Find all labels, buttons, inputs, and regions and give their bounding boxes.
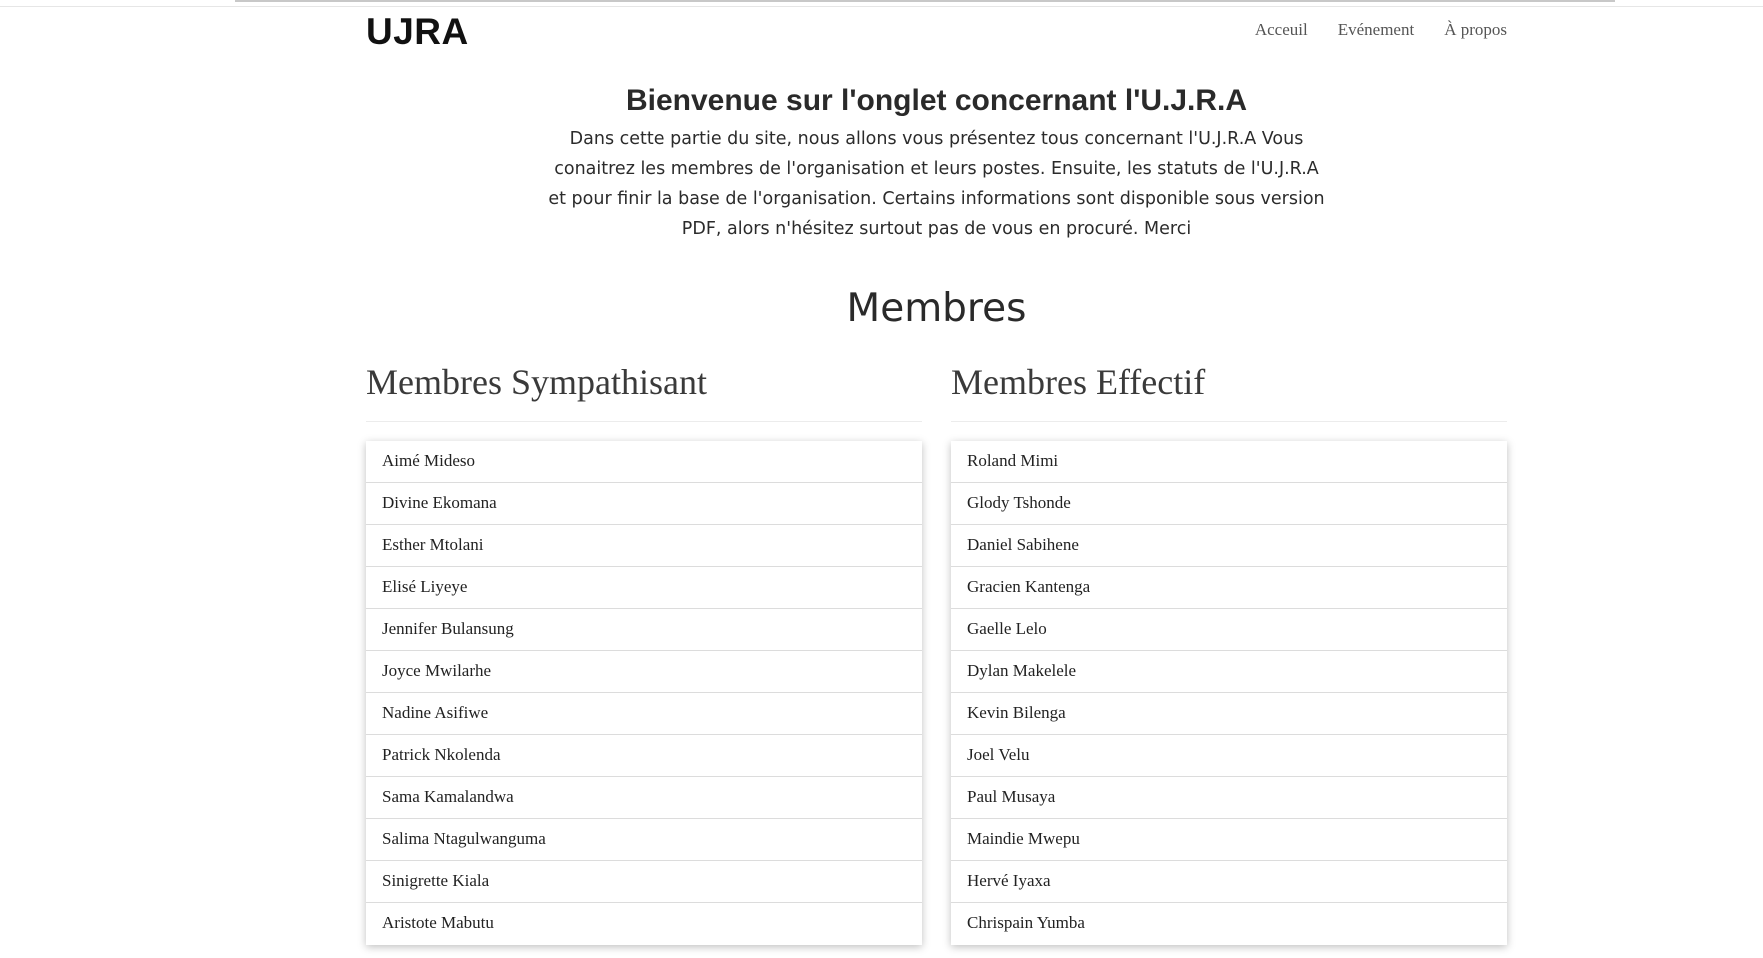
nav-link-acceuil[interactable]: Acceuil (1255, 20, 1308, 40)
list-item: Glody Tshonde (951, 483, 1507, 525)
list-item: Aristote Mabutu (382, 913, 494, 932)
list-item: Aimé Mideso (366, 441, 922, 483)
list-item: Chrispain Yumba (967, 913, 1085, 932)
list-item: Sinigrette Kiala (366, 861, 922, 903)
navbar: UJRA Acceuil Evénement À propos (366, 0, 1507, 66)
members-title: Membres (846, 286, 1027, 331)
list-item: Gracien Kantenga (951, 567, 1507, 609)
intro-section: Bienvenue sur l'onglet concernant l'U.J.… (366, 84, 1507, 244)
nav-link-a-propos[interactable]: À propos (1444, 20, 1507, 40)
page-container: UJRA Acceuil Evénement À propos Bienvenu… (366, 0, 1507, 945)
list-item: Hervé Iyaxa (951, 861, 1507, 903)
effectif-column: Membres Effectif Roland Mimi Glody Tshon… (951, 361, 1507, 945)
list-item: Sama Kamalandwa (366, 777, 922, 819)
list-item: Patrick Nkolenda (366, 735, 922, 777)
effectif-list: Roland Mimi Glody Tshonde Daniel Sabihen… (951, 441, 1507, 945)
list-item: Joyce Mwilarhe (366, 651, 922, 693)
list-item: Elisé Liyeye (366, 567, 922, 609)
list-item: Daniel Sabihene (951, 525, 1507, 567)
sympathisant-heading: Membres Sympathisant (366, 361, 922, 422)
sympathisant-column: Membres Sympathisant Aimé Mideso Divine … (366, 361, 922, 945)
list-item: Jennifer Bulansung (366, 609, 922, 651)
list-item: Roland Mimi (951, 441, 1507, 483)
brand-logo[interactable]: UJRA (366, 11, 469, 53)
list-item: Paul Musaya (951, 777, 1507, 819)
members-columns: Membres Sympathisant Aimé Mideso Divine … (366, 361, 1507, 945)
nav-menu: Acceuil Evénement À propos (1255, 20, 1507, 40)
effectif-heading: Membres Effectif (951, 361, 1507, 422)
list-item: Esther Mtolani (366, 525, 922, 567)
list-item: Dylan Makelele (951, 651, 1507, 693)
nav-link-evenement[interactable]: Evénement (1338, 20, 1414, 40)
list-item: Gaelle Lelo (951, 609, 1507, 651)
list-item: Kevin Bilenga (951, 693, 1507, 735)
list-item: Nadine Asifiwe (366, 693, 922, 735)
list-item: Maindie Mwepu (951, 819, 1507, 861)
list-item: Joel Velu (951, 735, 1507, 777)
list-item: Divine Ekomana (366, 483, 922, 525)
sympathisant-list: Aimé Mideso Divine Ekomana Esther Mtolan… (366, 441, 922, 945)
intro-title: Bienvenue sur l'onglet concernant l'U.J.… (625, 84, 1248, 117)
intro-text: Dans cette partie du site, nous allons v… (548, 129, 1325, 239)
list-item: Salima Ntagulwanguma (366, 819, 922, 861)
